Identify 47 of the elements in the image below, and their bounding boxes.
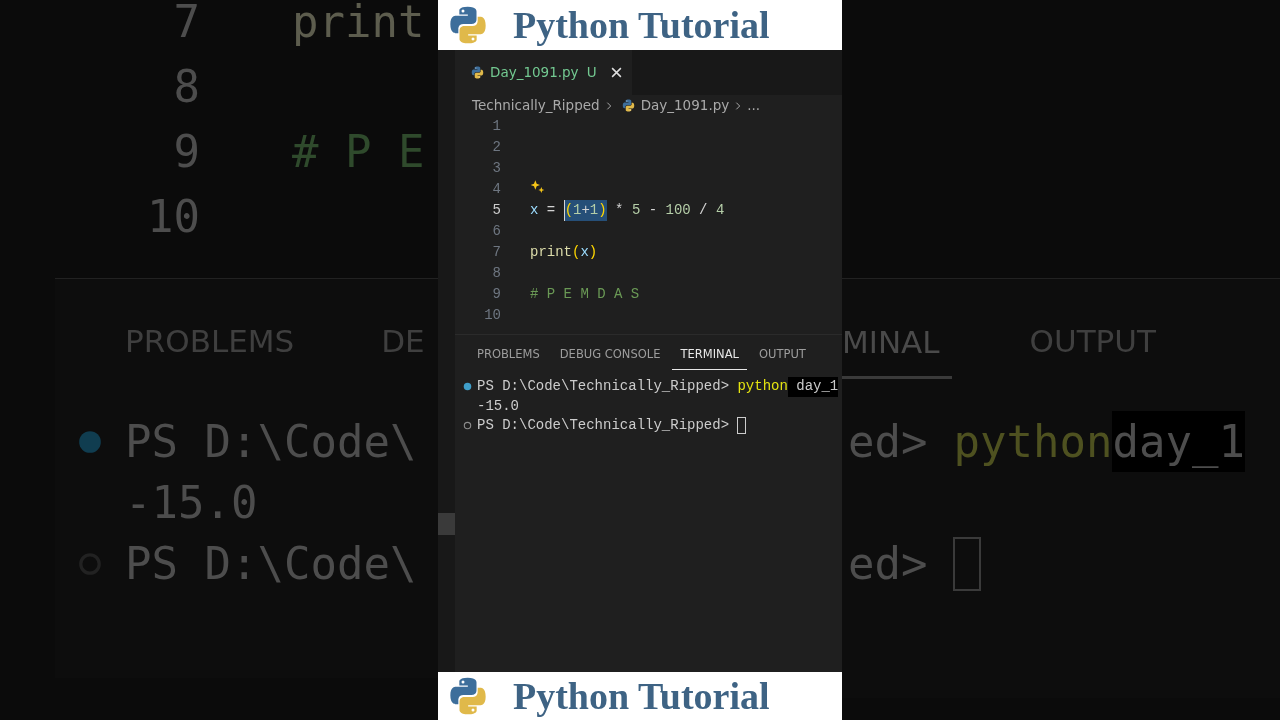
line-number: 3	[491, 159, 501, 178]
terminal-argument: day_1	[787, 377, 839, 397]
panel-tab[interactable]: DEBUG CONSOLE	[551, 337, 669, 371]
editor-tab[interactable]: Day_1091.py U	[455, 50, 632, 95]
line-number: 4	[491, 180, 501, 199]
line-number: 6	[491, 222, 501, 241]
terminal-argument: day_1	[1112, 411, 1245, 472]
banner-title: Python Tutorial	[513, 6, 770, 44]
line-number: 5	[491, 201, 501, 220]
terminal-prompt: ed>	[848, 415, 928, 469]
breadcrumb-item[interactable]: ...	[747, 95, 761, 116]
banner-title: Python Tutorial	[513, 677, 770, 715]
breadcrumb-item[interactable]: Technically_Ripped	[472, 95, 600, 116]
python-logo-icon	[448, 5, 488, 45]
terminal-output: -15.0	[477, 396, 519, 416]
terminal-line: PS D:\Code\	[125, 537, 417, 591]
scrollbar-thumb[interactable]	[438, 513, 455, 535]
python-logo-icon	[448, 676, 488, 716]
terminal-command: python	[737, 377, 788, 396]
panel-tab[interactable]: PROBLEMS	[469, 337, 548, 371]
code-line: print	[292, 0, 425, 49]
terminal-line: PS D:\Code\	[125, 415, 417, 469]
terminal-line: -15.0	[125, 476, 258, 530]
line-number: 9	[172, 125, 200, 179]
terminal-prompt: PS D:\Code\Technically_Ripped>	[477, 416, 730, 435]
terminal-command: python	[953, 415, 1113, 469]
python-file-icon	[471, 66, 484, 79]
code-line: # P E	[292, 125, 425, 179]
line-number: 10	[483, 306, 501, 325]
terminal-prompt: ed>	[848, 537, 928, 591]
panel-tab[interactable]: TERMINAL	[672, 337, 747, 371]
line-number: 9	[491, 285, 501, 304]
line-number: 7	[491, 243, 501, 262]
line-number: 10	[146, 190, 200, 244]
code-line: print(x)	[530, 243, 598, 262]
terminal-prompt: PS D:\Code\Technically_Ripped>	[477, 377, 730, 396]
line-number: 2	[491, 138, 501, 157]
python-file-icon	[621, 99, 635, 112]
line-number: 8	[172, 60, 200, 114]
panel-tab[interactable]: OUTPUT	[750, 337, 814, 371]
sparkle-icon[interactable]	[530, 179, 546, 195]
line-number: 8	[491, 264, 501, 283]
breadcrumb-item[interactable]: Day_1091.py	[621, 95, 730, 116]
code-line: # P E M D A S	[530, 285, 640, 304]
line-number: 1	[491, 117, 501, 136]
line-number: 7	[172, 0, 200, 49]
code-line: x = (1+1) * 5 - 100 / 4	[530, 200, 725, 221]
